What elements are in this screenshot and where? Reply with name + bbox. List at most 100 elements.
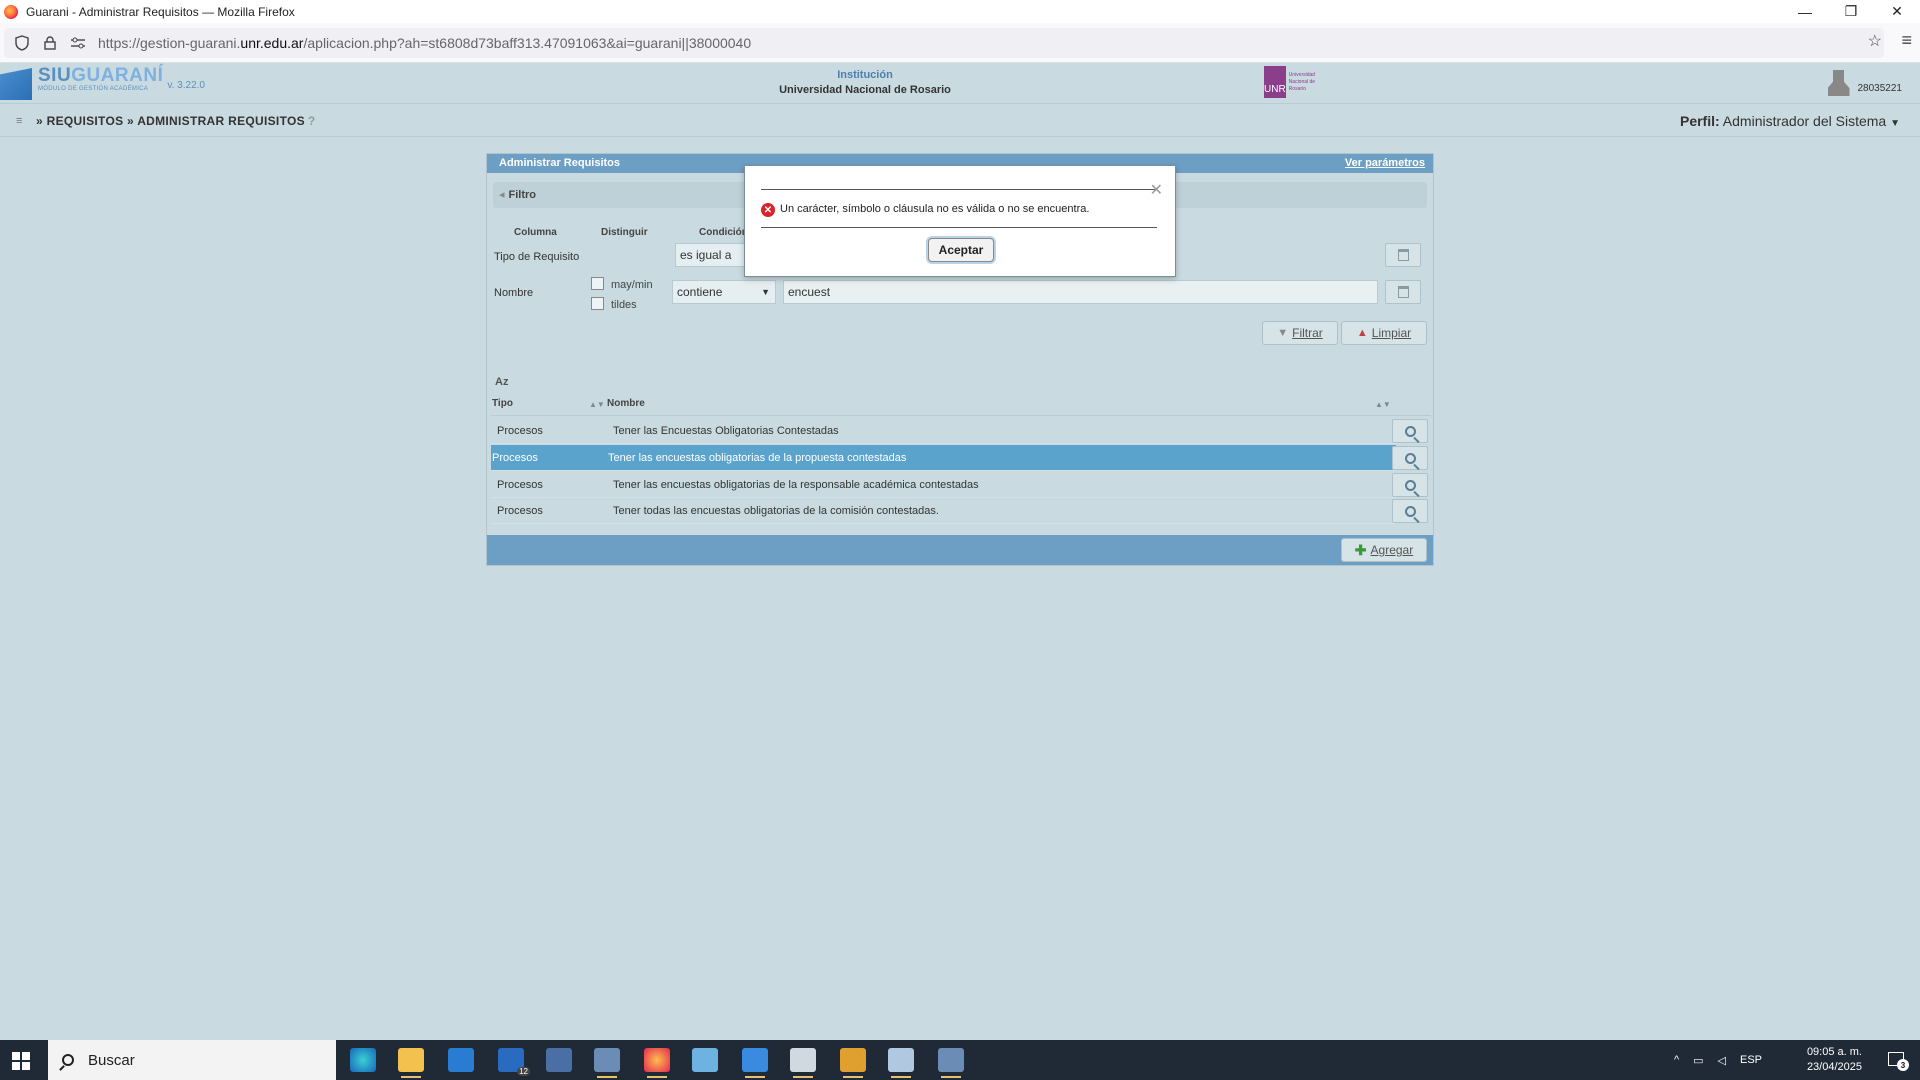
sort-tipo-icon[interactable]: ▲▼ <box>589 400 605 409</box>
notifications-icon[interactable]: 3 <box>1888 1052 1909 1071</box>
delete-filter-tipo-button[interactable] <box>1385 243 1421 267</box>
app-header: SIUGUARANÍ MÓDULO DE GESTIÓN ACADÉMICA v… <box>0 64 1920 104</box>
filter-label-tipo: Tipo de Requisito <box>494 251 580 263</box>
user-avatar-icon <box>1827 70 1850 96</box>
filtrar-button[interactable]: ▼ Filtrar <box>1262 321 1338 345</box>
close-icon[interactable]: ✕ <box>1150 180 1163 200</box>
collapse-icon: ◂ <box>499 189 505 201</box>
file-explorer-icon[interactable] <box>398 1048 424 1078</box>
volume-icon[interactable]: ◁ <box>1718 1054 1726 1067</box>
sort-nombre-icon[interactable]: ▲▼ <box>1375 400 1391 409</box>
magnifier-icon <box>1404 479 1416 491</box>
virtualbox-icon[interactable] <box>742 1048 768 1078</box>
delete-filter-nombre-button[interactable] <box>1385 280 1421 304</box>
input-language[interactable]: ESP <box>1740 1054 1762 1066</box>
tipo-condition-select[interactable]: es igual a <box>675 243 745 267</box>
shield-icon[interactable] <box>12 33 32 53</box>
col-header-columna: Columna <box>514 227 557 238</box>
unr-logo: UNR Universidad Nacional de Rosario <box>1264 66 1330 98</box>
checkbox-may-min-label: may/min <box>611 279 653 291</box>
magnifier-icon <box>1404 425 1416 437</box>
menu-toggle-icon[interactable]: ≡ <box>16 115 22 127</box>
bookmark-star-icon[interactable]: ☆ <box>1868 31 1882 51</box>
table-row[interactable]: Procesos Tener las encuestas obligatoria… <box>491 472 1396 498</box>
app-icon[interactable] <box>840 1048 866 1078</box>
windows-start-icon[interactable] <box>12 1052 30 1070</box>
col-header-condicion: Condición <box>699 227 748 238</box>
app-icon[interactable] <box>888 1048 914 1078</box>
table-row[interactable]: Procesos Tener todas las encuestas oblig… <box>491 498 1396 524</box>
pgadmin-icon[interactable] <box>938 1048 964 1078</box>
chevron-down-icon: ▼ <box>1890 118 1900 129</box>
firefox-taskbar-icon[interactable] <box>644 1048 670 1078</box>
app-icon[interactable] <box>692 1048 718 1072</box>
limpiar-button[interactable]: ▲ Limpiar <box>1341 321 1427 345</box>
tray-expand-icon[interactable]: ^ <box>1674 1054 1679 1066</box>
breadcrumb: » REQUISITOS » ADMINISTRAR REQUISITOS? <box>36 114 316 128</box>
windows-taskbar: Buscar 12 ^ ▭ ◁ ESP 09:05 a. m. 23/04/20… <box>0 1040 1920 1080</box>
user-id: 28035221 <box>1857 82 1903 94</box>
user-menu[interactable]: 28035221 <box>1827 70 1903 96</box>
trash-icon <box>1397 249 1409 261</box>
logo-mark <box>0 68 32 100</box>
view-row-button[interactable] <box>1392 473 1428 497</box>
search-icon <box>62 1054 74 1066</box>
mail-badge: 12 <box>517 1067 530 1076</box>
taskbar-clock[interactable]: 09:05 a. m. 23/04/2025 <box>1807 1045 1862 1075</box>
nombre-condition-select[interactable]: contiene ▼ <box>672 280 776 304</box>
institution-name: Universidad Nacional de Rosario <box>779 84 951 96</box>
lock-icon[interactable] <box>40 33 60 53</box>
app-icon[interactable] <box>546 1048 572 1072</box>
checkbox-tildes[interactable] <box>591 297 604 310</box>
funnel-icon: ▼ <box>1277 327 1289 339</box>
panel-footer: ✚ Agregar <box>487 535 1433 565</box>
view-row-button[interactable] <box>1392 419 1428 443</box>
restore-button[interactable]: ❐ <box>1828 0 1874 23</box>
edge-icon[interactable] <box>350 1048 376 1072</box>
view-row-button[interactable] <box>1392 446 1428 470</box>
window-titlebar: Guarani - Administrar Requisitos — Mozil… <box>0 0 1920 23</box>
url-text[interactable]: https://gestion-guarani.unr.edu.ar/aplic… <box>98 35 751 51</box>
col-tipo-header[interactable]: Tipo <box>492 398 513 409</box>
pgadmin-icon[interactable] <box>594 1048 620 1078</box>
url-bar[interactable]: https://gestion-guarani.unr.edu.ar/aplic… <box>4 28 1884 58</box>
permissions-icon[interactable] <box>68 33 88 53</box>
institution-info: Institución Universidad Nacional de Rosa… <box>730 69 1000 96</box>
close-window-button[interactable]: ✕ <box>1874 0 1920 23</box>
taskbar-search[interactable]: Buscar <box>48 1040 336 1080</box>
help-icon[interactable]: ? <box>308 114 316 128</box>
network-icon[interactable]: ▭ <box>1693 1054 1703 1067</box>
siu-guarani-logo[interactable]: SIUGUARANÍ MÓDULO DE GESTIÓN ACADÉMICA v… <box>0 66 205 102</box>
window-title: Guarani - Administrar Requisitos — Mozil… <box>26 4 295 19</box>
minimize-button[interactable]: — <box>1782 0 1828 23</box>
app-icon[interactable] <box>790 1048 816 1078</box>
table-row[interactable]: Procesos Tener las Encuestas Obligatoria… <box>491 418 1396 444</box>
brand-guarani: GUARANÍ <box>71 65 164 86</box>
firefox-icon <box>4 4 18 19</box>
chevron-down-icon: ▼ <box>761 287 770 297</box>
trash-icon <box>1397 286 1409 298</box>
agregar-button[interactable]: ✚ Agregar <box>1341 538 1427 562</box>
checkbox-may-min[interactable] <box>591 277 604 290</box>
panel-title: Administrar Requisitos <box>499 157 621 169</box>
col-nombre-header[interactable]: Nombre <box>607 398 645 409</box>
view-row-button[interactable] <box>1392 499 1428 523</box>
aceptar-button[interactable]: Aceptar <box>928 238 994 262</box>
institution-label: Institución <box>837 69 893 81</box>
table-row-selected[interactable]: Procesos Tener las encuestas obligatoria… <box>491 445 1396 471</box>
error-dialog: ✕ ✕ Un carácter, símbolo o cláusula no e… <box>744 165 1176 277</box>
store-icon[interactable] <box>448 1048 474 1072</box>
ver-parametros-link[interactable]: Ver parámetros <box>1345 154 1425 173</box>
breadcrumb-bar: ≡ » REQUISITOS » ADMINISTRAR REQUISITOS?… <box>0 105 1920 137</box>
brand-subtitle: MÓDULO DE GESTIÓN ACADÉMICA <box>38 86 149 92</box>
app-version: v. 3.22.0 <box>167 80 205 91</box>
mail-icon[interactable]: 12 <box>498 1048 530 1076</box>
sort-az-icon[interactable]: Az <box>495 376 508 388</box>
nombre-filter-input[interactable]: encuest <box>783 280 1378 304</box>
magnifier-icon <box>1404 452 1416 464</box>
col-header-distinguir: Distinguir <box>601 227 648 238</box>
hamburger-menu-icon[interactable]: ≡ <box>1901 30 1912 51</box>
results-table-header: Tipo ▲▼ Nombre ▲▼ <box>491 392 1431 416</box>
error-message: Un carácter, símbolo o cláusula no es vá… <box>780 203 1090 215</box>
profile-selector[interactable]: Perfil: Administrador del Sistema ▼ <box>1680 113 1900 129</box>
